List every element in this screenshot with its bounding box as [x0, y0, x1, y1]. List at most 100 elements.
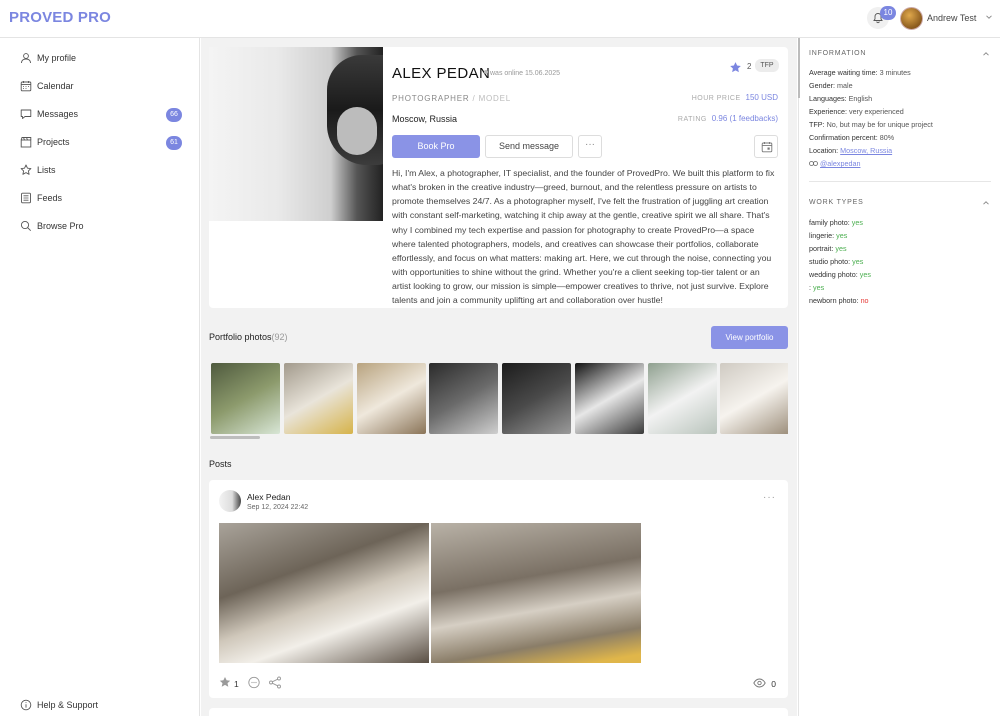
chevron-down-icon[interactable] [985, 13, 993, 21]
more-options-button[interactable]: ··· [578, 135, 602, 158]
info-panel: INFORMATION Average waiting time: 3 minu… [798, 38, 1000, 716]
sidebar-item-label: Projects [37, 137, 70, 147]
hour-price: HOUR PRICE 150 USD [691, 93, 778, 102]
work-type-studio-photo: studio photo: yes [809, 257, 864, 266]
calendar-icon [761, 142, 773, 153]
app-logo[interactable]: PROVED PRO [9, 9, 111, 26]
link-icon [809, 161, 818, 166]
sidebar-item-lists[interactable]: Lists [18, 161, 188, 181]
sidebar-item-label: Messages [37, 109, 79, 119]
info-confirmation-percent: Confirmation percent: 80% [809, 133, 895, 142]
info-social-link: @alexpedan [809, 159, 860, 168]
panel-scrollbar[interactable] [798, 38, 800, 98]
status-dot-icon [484, 70, 488, 74]
share-icon [269, 676, 281, 689]
tfp-badge: TFP [755, 59, 779, 72]
info-experience: Experience: very experienced [809, 107, 904, 116]
social-handle-link[interactable]: @alexpedan [820, 159, 860, 168]
sidebar-item-projects[interactable]: Projects 61 [18, 133, 188, 153]
top-bar: PROVED PRO 10 Andrew Test [0, 0, 1000, 38]
work-type-newborn-photo: newborn photo: no [809, 296, 869, 305]
view-count: 0 [771, 679, 776, 689]
post-card [209, 708, 788, 716]
sidebar-item-my-profile[interactable]: My profile [18, 49, 188, 69]
sidebar-item-messages[interactable]: Messages 66 [18, 105, 188, 125]
user-icon [21, 53, 31, 64]
star-filled-icon[interactable] [729, 61, 742, 74]
post-image[interactable] [431, 523, 641, 663]
profile-card: ALEX PEDAN was online 15.06.2025 2 TFP P… [209, 47, 788, 308]
star-icon [20, 164, 32, 175]
work-type-lingerie: lingerie: yes [809, 231, 848, 240]
like-star-icon [219, 677, 231, 687]
profile-rating: RATING 0.96 (1 feedbacks) [677, 114, 778, 123]
view-portfolio-button[interactable]: View portfolio [711, 326, 788, 349]
post-more-button[interactable]: ··· [763, 492, 776, 503]
work-type-unnamed: : yes [809, 283, 825, 292]
post-action-icons [219, 676, 281, 689]
chat-icon [20, 109, 32, 119]
post-author[interactable]: Alex Pedan [247, 492, 290, 502]
help-support-label: Help & Support [37, 700, 99, 710]
info-location: Location: Moscow, Russia [809, 146, 893, 155]
sidebar: My profile Calendar Messages 66 Projects… [0, 38, 200, 716]
feed-icon [21, 192, 31, 204]
send-message-button[interactable]: Send message [485, 135, 573, 158]
help-support-link[interactable]: Help & Support [18, 696, 188, 716]
messages-count-badge: 66 [166, 108, 182, 122]
post-image[interactable] [219, 523, 429, 663]
sidebar-item-label: Feeds [37, 193, 63, 203]
calendar-icon [20, 81, 32, 92]
portfolio-thumbnail[interactable] [357, 363, 426, 434]
portfolio-section-title: Portfolio photos(92) [209, 332, 288, 342]
post-date: Sep 12, 2024 22:42 [247, 504, 309, 511]
profile-location: Moscow, Russia [392, 114, 458, 124]
info-icon [20, 699, 32, 711]
portfolio-thumbnail[interactable] [502, 363, 571, 434]
calendar-button[interactable] [754, 135, 778, 158]
sidebar-item-label: My profile [37, 53, 77, 63]
posts-section-title: Posts [209, 459, 232, 469]
work-type-wedding-photo: wedding photo: yes [809, 270, 871, 279]
sidebar-item-calendar[interactable]: Calendar [18, 77, 188, 97]
portfolio-thumbnail[interactable] [284, 363, 353, 434]
online-status: was online 15.06.2025 [484, 70, 560, 77]
work-type-family-photo: family photo: yes [809, 218, 863, 227]
user-name[interactable]: Andrew Test [927, 13, 976, 23]
portfolio-thumbnail[interactable] [720, 363, 788, 434]
portfolio-thumbnail[interactable] [429, 363, 498, 434]
projects-count-badge: 61 [166, 136, 182, 150]
main-content: ALEX PEDAN was online 15.06.2025 2 TFP P… [201, 38, 797, 716]
info-languages: Languages: English [809, 94, 873, 103]
chevron-up-icon[interactable] [982, 199, 990, 207]
profile-name: ALEX PEDAN [392, 65, 491, 82]
work-types-title: WORK TYPES [809, 199, 864, 206]
portfolio-thumbnails [210, 363, 788, 434]
profile-photo[interactable] [209, 47, 383, 221]
portfolio-thumbnail[interactable] [211, 363, 280, 434]
info-average-waiting-time: Average waiting time: 3 minutes [809, 68, 911, 77]
notification-count-badge: 10 [880, 6, 896, 20]
portfolio-thumbnail[interactable] [575, 363, 644, 434]
post-author-avatar[interactable] [219, 490, 241, 512]
portfolio-scrollbar[interactable] [210, 436, 260, 439]
sidebar-item-browse-pro[interactable]: Browse Pro [18, 217, 188, 237]
like-count: 1 [234, 679, 239, 689]
post-card: Alex Pedan Sep 12, 2024 22:42 ··· 1 0 [209, 480, 788, 698]
profile-bio: Hi, I'm Alex, a photographer, IT special… [392, 168, 775, 306]
sidebar-item-label: Lists [37, 165, 56, 175]
book-pro-button[interactable]: Book Pro [392, 135, 480, 158]
chevron-up-icon[interactable] [982, 50, 990, 58]
location-link[interactable]: Moscow, Russia [840, 146, 892, 155]
eye-icon [753, 678, 766, 688]
profile-roles: PHOTOGRAPHER / MODEL [392, 94, 512, 103]
divider [809, 181, 991, 182]
info-gender: Gender: male [809, 81, 853, 90]
user-avatar[interactable] [900, 7, 923, 30]
sidebar-item-label: Calendar [37, 81, 74, 91]
star-count: 2 [747, 62, 752, 71]
sidebar-item-label: Browse Pro [37, 221, 84, 231]
portfolio-thumbnail[interactable] [648, 363, 717, 434]
clapperboard-icon [20, 137, 32, 148]
sidebar-item-feeds[interactable]: Feeds [18, 189, 188, 209]
